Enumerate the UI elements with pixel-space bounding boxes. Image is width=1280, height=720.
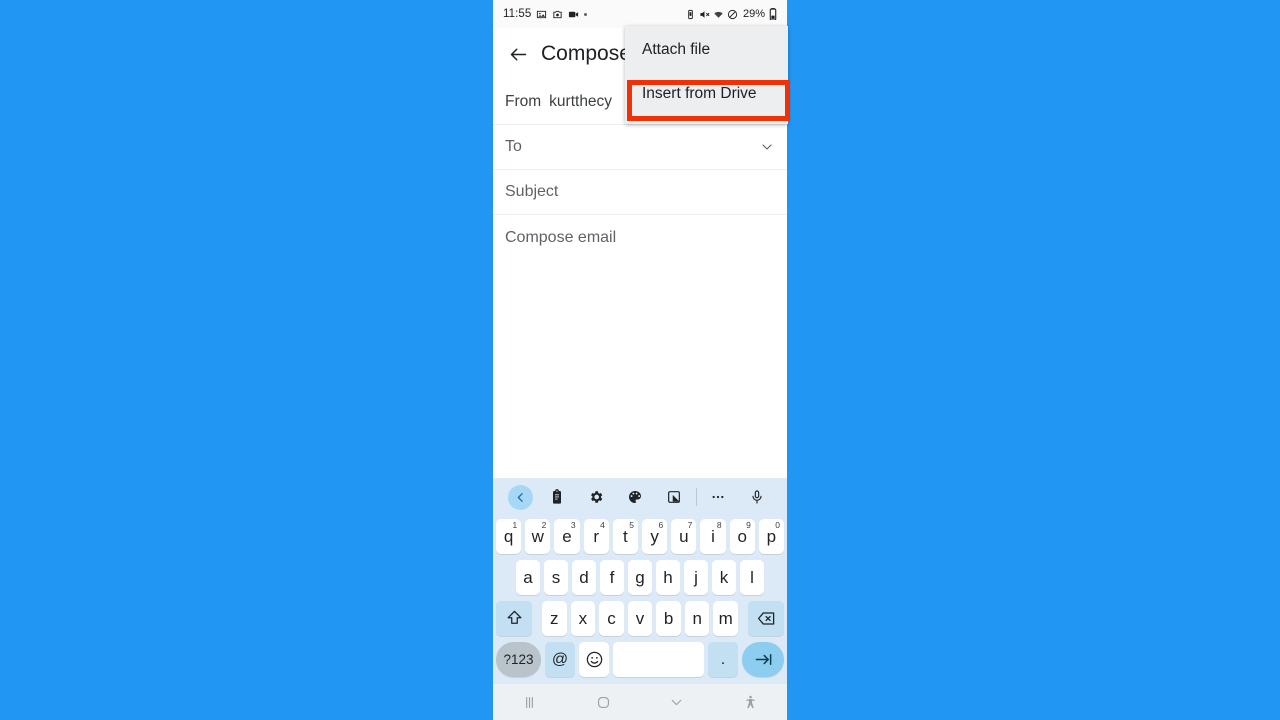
mute-icon [699,9,710,20]
clipboard-icon[interactable] [537,478,576,516]
key-g[interactable]: g [628,560,652,595]
key-c[interactable]: c [599,601,624,636]
video-icon [568,9,579,20]
tab-next-field-icon[interactable] [742,642,784,677]
subject-placeholder: Subject [505,183,559,200]
more-options-icon[interactable] [699,478,738,516]
emoji-smiley-icon[interactable] [579,642,609,677]
key-y[interactable]: y6 [642,519,668,554]
hide-keyboard-chevron-icon[interactable] [640,694,714,711]
key-s[interactable]: s [544,560,568,595]
at-key[interactable]: @ [545,642,575,677]
key-number-1: 1 [512,520,518,530]
resize-keyboard-icon[interactable] [655,478,694,516]
key-f[interactable]: f [600,560,624,595]
row3-spacer [536,601,538,636]
system-nav-bar [493,684,787,720]
keyboard-row-4: ?123 @ . [493,639,787,680]
menu-item-attach-file[interactable]: Attach file [625,28,788,72]
key-d[interactable]: d [572,560,596,595]
from-value: kurtthecy [549,93,613,110]
subject-field[interactable]: Subject [493,170,787,215]
key-number-5: 5 [629,520,634,530]
keyboard-row-2: asdfghjkl [493,557,787,598]
camera-icon [552,9,563,20]
key-l[interactable]: l [740,560,764,595]
battery-percent-label: 29% [742,8,765,20]
attachment-popup-menu: Attach file Insert from Drive [625,26,788,124]
to-placeholder: To [505,138,522,155]
key-w[interactable]: w2 [525,519,551,554]
space-key[interactable] [613,642,704,677]
row2-left-spacer [493,560,512,595]
key-e[interactable]: e3 [554,519,580,554]
key-a[interactable]: a [516,560,540,595]
key-z[interactable]: z [542,601,567,636]
recent-apps-icon[interactable] [493,694,567,711]
compose-body-field[interactable]: Compose email [493,215,787,445]
key-j[interactable]: j [684,560,708,595]
key-m[interactable]: m [713,601,739,636]
key-number-2: 2 [541,520,547,530]
key-x[interactable]: x [570,601,596,636]
key-number-4: 4 [600,520,605,530]
key-n[interactable]: n [684,601,710,636]
menu-item-insert-from-drive[interactable]: Insert from Drive [625,72,788,116]
key-number-8: 8 [716,520,722,530]
key-b[interactable]: b [656,601,681,636]
key-v[interactable]: v [627,601,653,636]
dot-indicator [584,12,588,16]
to-field[interactable]: To [493,125,787,170]
key-p[interactable]: p0 [758,519,785,554]
photos-icon [536,9,547,20]
key-o[interactable]: o9 [729,519,755,554]
settings-gear-icon[interactable] [576,478,615,516]
keyboard-expand-toolbar-button[interactable] [503,478,537,516]
palette-icon[interactable] [615,478,654,516]
back-arrow-icon[interactable] [501,37,535,71]
status-bar-clock: 11:55 [503,8,532,20]
status-bar-right: 29% [685,8,777,20]
home-icon[interactable] [567,694,641,711]
key-number-7: 7 [687,520,693,530]
row3-spacer-right [742,601,744,636]
status-bar: 11:55 29% [493,0,787,28]
keyboard-row-1: q1w2e3r4t5y6u7i8o9p0 [493,516,787,557]
keyboard-toolbar [493,478,787,516]
chevron-left-icon[interactable] [507,484,533,510]
row2-right-spacer [768,560,787,595]
toolbar-divider [695,488,697,506]
key-h[interactable]: h [656,560,680,595]
compose-body-placeholder: Compose email [505,229,617,246]
key-number-3: 3 [570,520,576,530]
key-t[interactable]: t5 [612,519,638,554]
key-k[interactable]: k [712,560,736,595]
wifi-icon [713,9,724,20]
vibrate-icon [685,9,696,20]
key-number-0: 0 [775,520,781,530]
key-q[interactable]: q1 [495,519,522,554]
on-screen-keyboard: q1w2e3r4t5y6u7i8o9p0 asdfghjkl zxcvbnm ?… [493,478,787,684]
key-r[interactable]: r4 [583,519,609,554]
keyboard-row-3-letters: zxcvbnm [542,601,739,636]
battery-icon [769,8,777,20]
period-key[interactable]: . [708,642,738,677]
key-number-6: 6 [658,520,664,530]
accessibility-icon[interactable] [714,694,788,711]
key-i[interactable]: i8 [700,519,726,554]
status-bar-left: 11:55 [503,8,588,20]
backspace-key-icon[interactable] [748,601,784,636]
keyboard-row-3: zxcvbnm [493,598,787,639]
from-label: From [505,93,542,110]
microphone-icon[interactable] [738,478,777,516]
key-u[interactable]: u7 [671,519,697,554]
shift-key-icon[interactable] [496,601,532,636]
do-not-disturb-icon [727,9,738,20]
symbols-key[interactable]: ?123 [496,642,541,677]
chevron-down-icon[interactable] [759,139,775,155]
key-number-9: 9 [746,520,751,530]
page-title: Compose [541,42,631,65]
